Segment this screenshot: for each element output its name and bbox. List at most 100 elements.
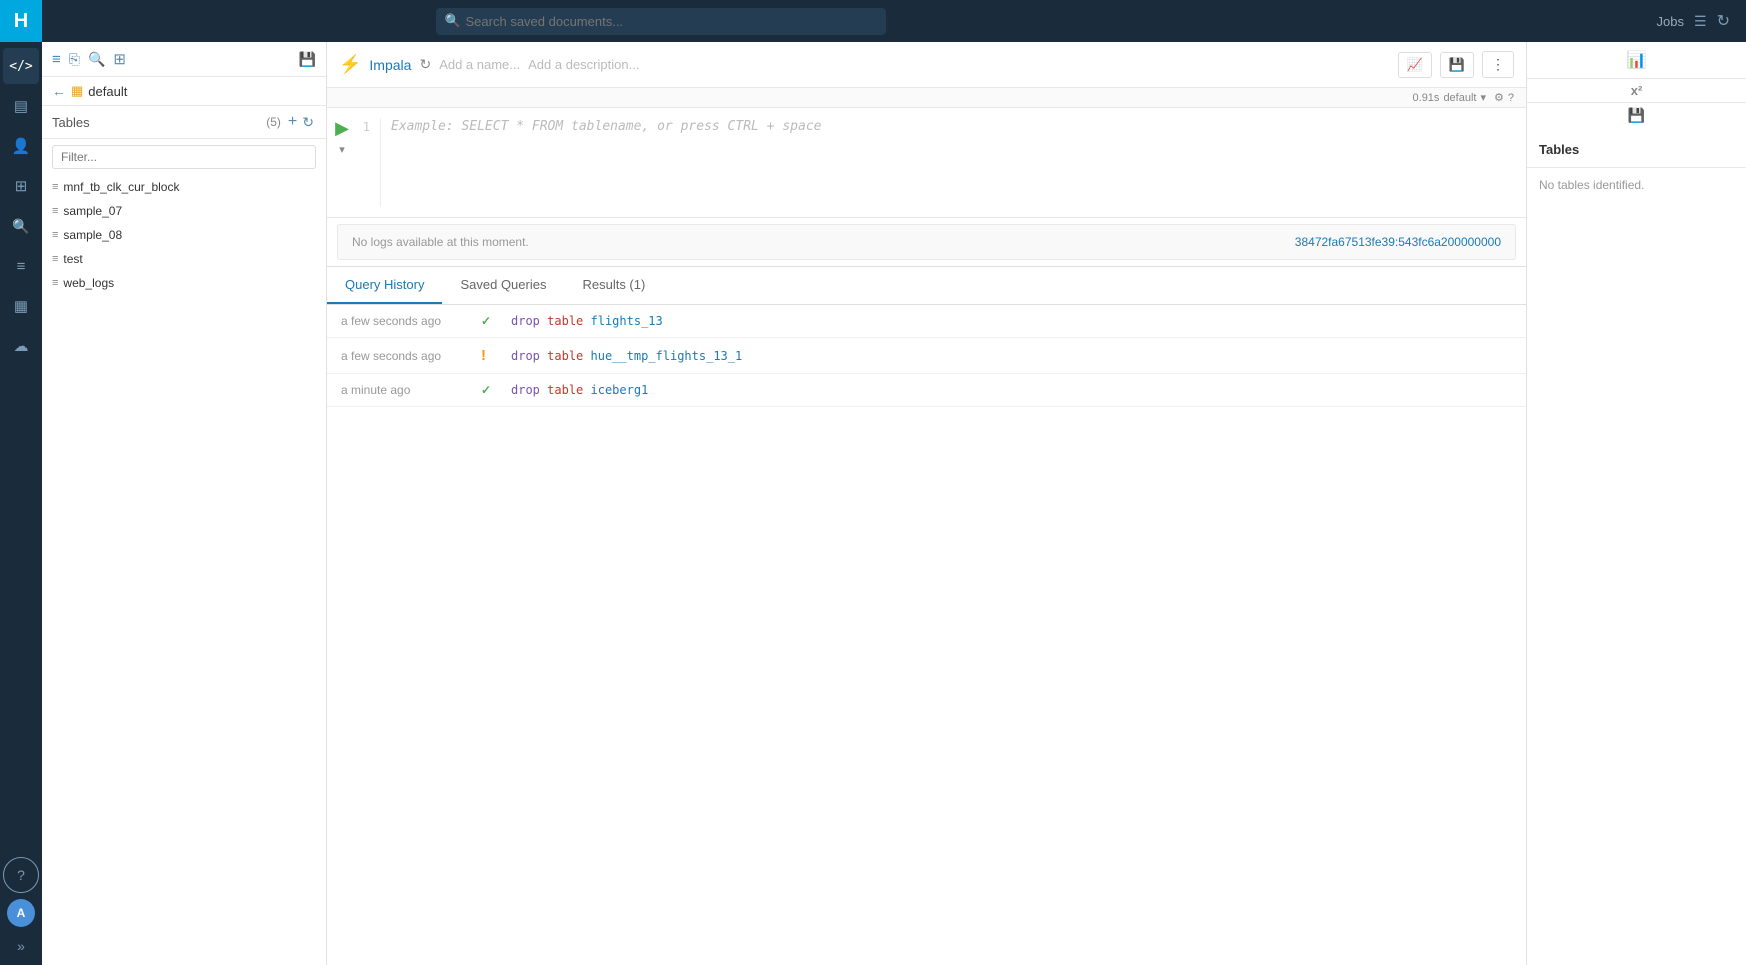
search-tables-icon[interactable]: 🔍 — [88, 51, 105, 68]
user-icon: 👤 — [12, 137, 31, 155]
status-icon-2: ! — [481, 347, 501, 364]
table-icon-1: ≡ — [52, 181, 58, 193]
save-tables-icon[interactable]: 💾 — [299, 51, 316, 68]
left-toolbar: ≡ ⎘ 🔍 ⊞ 💾 — [42, 42, 326, 77]
history-query-2: drop table hue__tmp_flights_13_1 — [511, 349, 742, 363]
nav-item-search[interactable]: 🔍 — [3, 208, 39, 244]
table-item-1[interactable]: ≡ mnf_tb_clk_cur_block — [42, 175, 326, 199]
nav-item-code[interactable]: </> — [3, 48, 39, 84]
table-list: ≡ mnf_tb_clk_cur_block ≡ sample_07 ≡ sam… — [42, 175, 326, 965]
chart-button[interactable]: 📈 — [1398, 52, 1432, 78]
search-input[interactable] — [436, 8, 886, 35]
nav-logo: H — [0, 0, 42, 42]
logs-message: No logs available at this moment. — [352, 235, 529, 249]
tables-refresh-icon[interactable]: ↻ — [300, 113, 316, 132]
editor-toolbar: ⚡ Impala ↻ Add a name... Add a descripti… — [327, 42, 1526, 88]
cloud-icon: ☁ — [14, 337, 29, 355]
log-id-link[interactable]: 38472fa67513fe39:543fc6a200000000 — [1295, 235, 1501, 249]
expand-icon: » — [17, 938, 25, 954]
history-query-3: drop table iceberg1 — [511, 383, 648, 397]
x2-icon: x² — [1631, 83, 1643, 98]
run-button[interactable]: ▶ — [335, 118, 349, 139]
nav-item-apps[interactable]: ⊞ — [3, 168, 39, 204]
engine-icon: ⚡ — [339, 54, 361, 75]
db-icon: ▦ — [71, 83, 83, 99]
tables-title: Tables — [52, 115, 266, 130]
nav-help[interactable]: ? — [3, 857, 39, 893]
jobs-link[interactable]: Jobs — [1657, 14, 1684, 29]
table-name-3: sample_08 — [63, 228, 122, 242]
settings-icon[interactable]: ⚙ — [1494, 91, 1504, 104]
right-panel-primary-icon[interactable]: 📊 — [1627, 50, 1647, 70]
jobs-icon: ☰ — [1694, 13, 1707, 30]
logs-section: No logs available at this moment. 38472f… — [337, 224, 1516, 260]
history-row-1[interactable]: a few seconds ago ✓ drop table flights_1… — [327, 305, 1526, 338]
code-icon: </> — [9, 59, 32, 74]
table-item-2[interactable]: ≡ sample_07 — [42, 199, 326, 223]
right-panel-db-icon[interactable]: 💾 — [1527, 103, 1746, 128]
copy-icon[interactable]: ⎘ — [69, 51, 80, 68]
status-icon-3: ✓ — [481, 383, 501, 397]
save-button[interactable]: 💾 — [1440, 52, 1474, 78]
right-panel-x2[interactable]: x² — [1527, 79, 1746, 103]
nav-item-dashboard[interactable]: ▤ — [3, 88, 39, 124]
logo-text: H — [14, 10, 28, 33]
table-icon-2: ≡ — [52, 205, 58, 217]
editor-desc-placeholder[interactable]: Add a description... — [528, 57, 639, 72]
right-panel: 📊 x² 💾 Tables No tables identified. — [1526, 42, 1746, 965]
editor-name-placeholder[interactable]: Add a name... — [439, 57, 520, 72]
table-icon-3: ≡ — [52, 229, 58, 241]
nav-item-cloud[interactable]: ☁ — [3, 328, 39, 364]
search-wrapper: 🔍 — [436, 8, 886, 35]
editor-content[interactable]: Example: SELECT * FROM tablename, or pre… — [381, 118, 1526, 207]
tab-results[interactable]: Results (1) — [564, 267, 663, 304]
run-secondary[interactable]: ▾ — [339, 143, 345, 156]
nav-item-workflows[interactable]: ≡ — [3, 248, 39, 284]
table-name-5: web_logs — [63, 276, 114, 290]
grid-tables-icon[interactable]: ⊞ — [113, 50, 126, 68]
status-db[interactable]: default — [1443, 92, 1476, 104]
tab-query-history[interactable]: Query History — [327, 267, 442, 304]
more-button[interactable]: ⋮ — [1482, 51, 1514, 78]
right-panel-content: No tables identified. — [1527, 168, 1746, 202]
tables-add-icon[interactable]: + — [285, 112, 300, 132]
editor-area: ⚡ Impala ↻ Add a name... Add a descripti… — [327, 42, 1526, 965]
table-list-icon[interactable]: ≡ — [52, 51, 61, 68]
tabs-bar: Query History Saved Queries Results (1) — [327, 267, 1526, 305]
filter-input[interactable] — [52, 145, 316, 169]
table-item-3[interactable]: ≡ sample_08 — [42, 223, 326, 247]
run-controls: ▶ ▾ — [327, 112, 357, 213]
nav-expand[interactable]: » — [3, 931, 39, 961]
history-row-2[interactable]: a few seconds ago ! drop table hue__tmp_… — [327, 338, 1526, 374]
top-bar: H 🔍 Jobs ☰ ↻ — [0, 0, 1746, 42]
right-panel-header: Tables — [1527, 132, 1746, 168]
breadcrumb-back-icon[interactable]: ← — [52, 83, 66, 99]
table-item-4[interactable]: ≡ test — [42, 247, 326, 271]
nav-item-grid[interactable]: ▦ — [3, 288, 39, 324]
db-dropdown-icon[interactable]: ▾ — [1480, 91, 1486, 104]
editor-refresh-icon[interactable]: ↻ — [419, 56, 431, 73]
user-avatar[interactable]: A — [7, 899, 35, 927]
nav-item-user[interactable]: 👤 — [3, 128, 39, 164]
table-item-5[interactable]: ≡ web_logs — [42, 271, 326, 295]
breadcrumb: ← ▦ default — [42, 77, 326, 106]
top-refresh-icon[interactable]: ↻ — [1717, 11, 1730, 31]
table-name-1: mnf_tb_clk_cur_block — [63, 180, 179, 194]
no-tables-message: No tables identified. — [1539, 178, 1644, 192]
status-bar: 0.91s default ▾ ⚙ ? — [327, 88, 1526, 108]
help-status-icon[interactable]: ? — [1508, 92, 1514, 104]
tab-content: a few seconds ago ✓ drop table flights_1… — [327, 305, 1526, 965]
right-panel-top-icons: 📊 — [1527, 42, 1746, 79]
nav-sidebar: </> ▤ 👤 ⊞ 🔍 ≡ ▦ ☁ ? A » — [0, 42, 42, 965]
tab-saved-queries[interactable]: Saved Queries — [442, 267, 564, 304]
tables-count: (5) — [266, 115, 281, 129]
avatar-letter: A — [17, 906, 26, 920]
history-row-3[interactable]: a minute ago ✓ drop table iceberg1 — [327, 374, 1526, 407]
table-name-4: test — [63, 252, 82, 266]
line-numbers: 1 — [357, 118, 381, 207]
bottom-panel: Query History Saved Queries Results (1) … — [327, 266, 1526, 965]
search-nav-icon: 🔍 — [12, 218, 29, 235]
grid-icon: ▦ — [14, 297, 28, 315]
left-panel: ≡ ⎘ 🔍 ⊞ 💾 ← ▦ default Tables (5) + ↻ ≡ — [42, 42, 327, 965]
history-time-1: a few seconds ago — [341, 314, 471, 328]
